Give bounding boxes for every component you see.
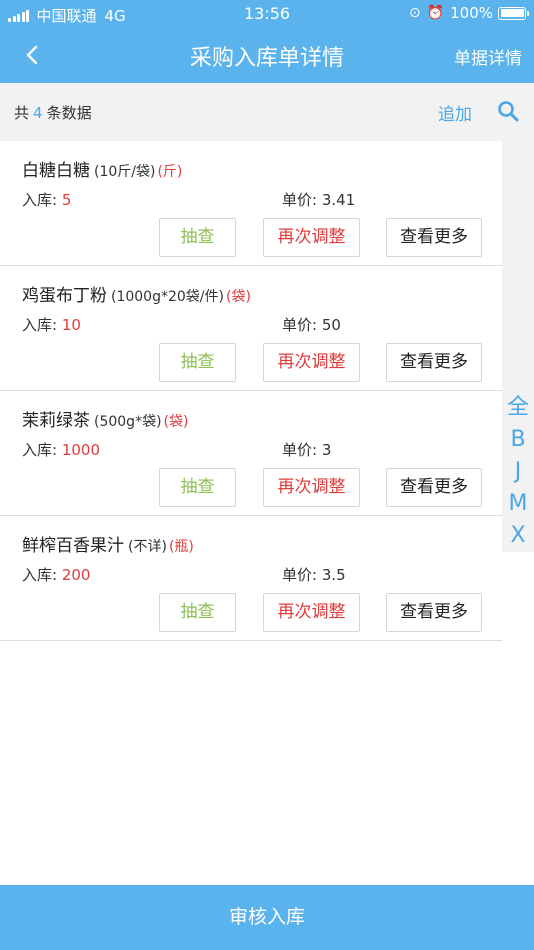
readjust-button[interactable]: 再次调整 (263, 593, 360, 632)
add-button[interactable]: 追加 (438, 100, 472, 125)
header: 中国联通 4G 13:56 ⊙ ⏰ 100% 采购入库单详情 单据详情 (0, 0, 534, 83)
item-quantity: 入库: 10 (22, 316, 81, 334)
count-number: 4 (33, 104, 43, 122)
item-quantity: 入库: 5 (22, 191, 72, 209)
index-letter-b[interactable]: B (502, 424, 534, 456)
search-icon[interactable] (496, 99, 520, 123)
status-bar: 中国联通 4G 13:56 ⊙ ⏰ 100% (0, 0, 534, 28)
readjust-button[interactable]: 再次调整 (263, 343, 360, 382)
battery-icon (498, 6, 529, 20)
item-price: 单价: 50 (282, 316, 341, 334)
document-details-link[interactable]: 单据详情 (454, 44, 522, 69)
item-spec: (10斤/袋) (94, 164, 156, 180)
spot-check-button[interactable]: 抽查 (159, 343, 236, 382)
readjust-button[interactable]: 再次调整 (263, 218, 360, 257)
spot-check-button[interactable]: 抽查 (159, 593, 236, 632)
battery-percent: 100% (450, 4, 493, 22)
approve-stock-in-button[interactable]: 审核入库 (0, 885, 534, 950)
item-unit: (瓶) (168, 539, 194, 555)
record-count: 共 4 条数据 (14, 104, 92, 122)
list-item: 白糖白糖 (10斤/袋) (斤) 入库: 5 单价: 3.41 抽查 再次调整 查看… (0, 141, 502, 266)
index-letter-x[interactable]: X (502, 520, 534, 552)
item-price: 单价: 3 (282, 441, 332, 459)
index-letter-m[interactable]: M (502, 488, 534, 520)
alarm-icon: ⏰ (426, 5, 445, 21)
item-price: 单价: 3.41 (282, 191, 356, 209)
list-item: 鸡蛋布丁粉 (1000g*20袋/件) (袋) 入库: 10 单价: 50 抽查 再… (0, 266, 502, 391)
rotation-lock-icon: ⊙ (408, 5, 421, 21)
item-name: 鲜榨百香果汁 (22, 536, 124, 556)
item-spec: (1000g*20袋/件) (111, 289, 224, 305)
index-letter-j[interactable]: J (502, 456, 534, 488)
item-quantity: 入库: 200 (22, 566, 91, 584)
view-more-button[interactable]: 查看更多 (386, 218, 482, 257)
item-quantity: 入库: 1000 (22, 441, 101, 459)
item-name: 白糖白糖 (22, 161, 90, 181)
view-more-button[interactable]: 查看更多 (386, 343, 482, 382)
item-list: 白糖白糖 (10斤/袋) (斤) 入库: 5 单价: 3.41 抽查 再次调整 查看… (0, 141, 502, 641)
view-more-button[interactable]: 查看更多 (386, 593, 482, 632)
item-price: 单价: 3.5 (282, 566, 346, 584)
item-spec: (不详) (128, 539, 167, 555)
alphabet-index: 全 B J M X (502, 141, 534, 552)
item-name: 茉莉绿茶 (22, 411, 90, 431)
spot-check-button[interactable]: 抽查 (159, 468, 236, 507)
item-unit: (斤) (157, 164, 183, 180)
list-item: 鲜榨百香果汁 (不详) (瓶) 入库: 200 单价: 3.5 抽查 再次调整 查看… (0, 516, 502, 641)
item-unit: (袋) (225, 289, 251, 305)
item-unit: (袋) (163, 414, 189, 430)
nav-bar: 采购入库单详情 单据详情 (0, 28, 534, 83)
index-letter-all[interactable]: 全 (502, 392, 534, 424)
view-more-button[interactable]: 查看更多 (386, 468, 482, 507)
readjust-button[interactable]: 再次调整 (263, 468, 360, 507)
item-spec: (500g*袋) (94, 414, 162, 430)
item-name: 鸡蛋布丁粉 (22, 286, 107, 306)
spot-check-button[interactable]: 抽查 (159, 218, 236, 257)
list-item: 茉莉绿茶 (500g*袋) (袋) 入库: 1000 单价: 3 抽查 再次调整 查… (0, 391, 502, 516)
summary-bar: 共 4 条数据 追加 (0, 83, 534, 141)
